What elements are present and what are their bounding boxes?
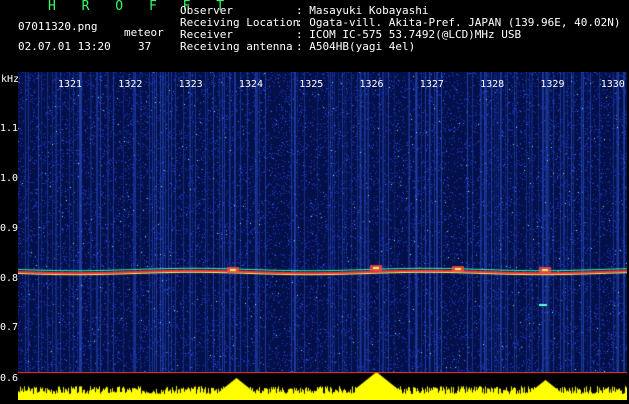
filename-label: 07011320.png: [18, 20, 98, 33]
header-panel: H R O F F T 07011320.png 02.07.01 13:20 …: [0, 0, 629, 72]
x-tick-label: 1330: [600, 79, 625, 90]
spectrogram-canvas: [18, 72, 627, 372]
x-tick-label: 1322: [118, 79, 143, 90]
y-tick-label: 1.0: [0, 173, 19, 184]
y-tick-label: 0.8: [0, 273, 19, 284]
spectrogram-panel: [18, 72, 627, 372]
antenna-value: : A504HB(yagi 4el): [296, 40, 416, 53]
x-tick-label: 1326: [359, 79, 384, 90]
timestamp-label: 02.07.01 13:20: [18, 40, 111, 53]
meteor-count: 37: [138, 40, 152, 53]
x-tick-label: 1321: [58, 79, 83, 90]
x-tick-label: 1328: [480, 79, 505, 90]
x-tick-label: 1327: [419, 79, 444, 90]
level-strip: [18, 372, 627, 400]
meteor-label: meteor: [124, 26, 164, 39]
y-tick-label: 0.7: [0, 322, 19, 333]
y-tick-label: 0.6: [0, 373, 19, 384]
y-tick-label: 0.9: [0, 223, 19, 234]
y-tick-label: 1.1: [0, 123, 19, 134]
x-tick-label: 1325: [299, 79, 324, 90]
x-tick-label: 1323: [178, 79, 203, 90]
antenna-label: Receiving antenna: [180, 40, 293, 53]
x-tick-label: 1329: [540, 79, 565, 90]
x-tick-label: 1324: [238, 79, 263, 90]
axis-unit-label: kHz: [1, 74, 20, 85]
level-canvas: [18, 372, 627, 400]
